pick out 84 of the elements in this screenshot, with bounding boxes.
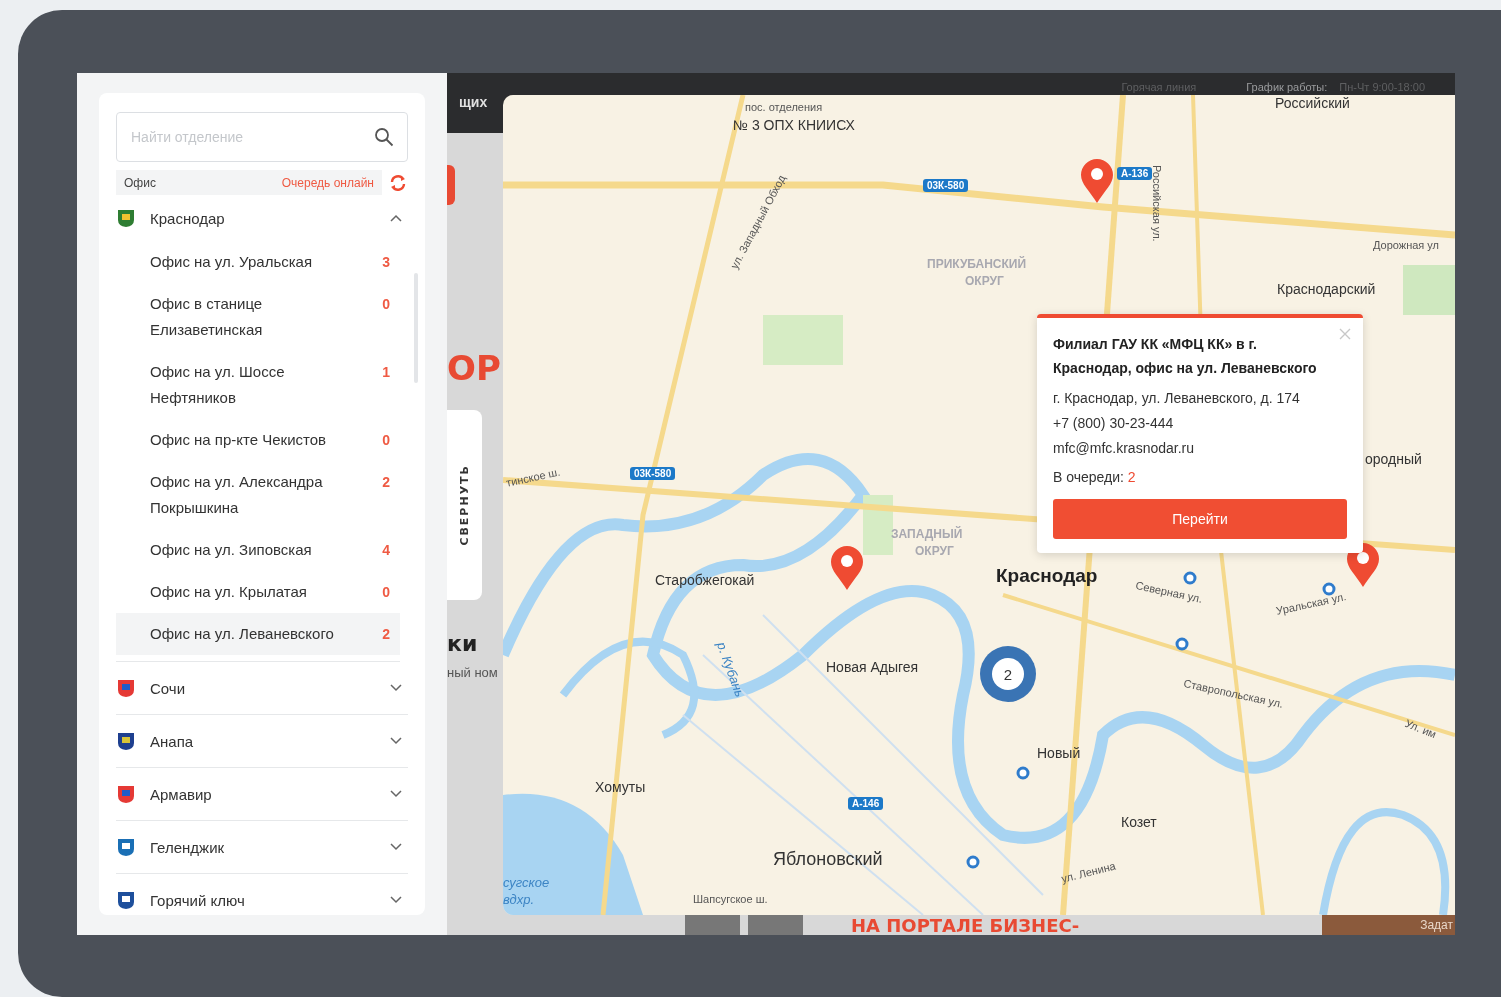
map-label: тинское ш. bbox=[505, 465, 562, 489]
map-label: Ул. им bbox=[1403, 717, 1439, 741]
popup-phone: +7 (800) 30-23-444 bbox=[1053, 414, 1175, 433]
coat-of-arms-icon bbox=[116, 837, 136, 857]
chevron-icon[interactable] bbox=[390, 843, 402, 851]
office-column-label: Офис bbox=[124, 175, 156, 190]
map-label: Козет bbox=[1121, 814, 1157, 830]
map-label: Российский bbox=[1275, 95, 1350, 111]
map-label: ул. Ленина bbox=[1060, 859, 1117, 885]
search-field[interactable]: Найти отделение bbox=[116, 112, 408, 162]
banner-title-fragment: НА ПОРТАЛЕ БИЗНЕС- bbox=[851, 915, 1080, 935]
map-label: Дорожная ул bbox=[1373, 239, 1440, 251]
map-label: вдхр. bbox=[503, 892, 535, 907]
map-label: Краснодарский bbox=[1277, 281, 1376, 297]
city-group[interactable]: Горячий ключ bbox=[116, 874, 408, 915]
office-item[interactable]: Офис на пр-кте Чекистов 0 bbox=[116, 419, 400, 461]
map-label: Новая Адыгея bbox=[826, 659, 919, 675]
office-item[interactable]: Офис на ул. Леваневского 2 bbox=[116, 613, 400, 655]
logo-fragment bbox=[447, 165, 455, 205]
map-pin-icon[interactable] bbox=[830, 545, 864, 591]
chevron-icon[interactable] bbox=[390, 790, 402, 798]
queue-column-label: Очередь онлайн bbox=[281, 175, 374, 190]
map-label: Северная ул. bbox=[1134, 579, 1204, 605]
map-label: Яблоновский bbox=[773, 849, 883, 870]
map-label: Краснодар bbox=[996, 565, 1098, 587]
map-label: ОКРУГ bbox=[915, 544, 954, 558]
map-label: пос. отделения bbox=[745, 101, 823, 113]
search-icon[interactable] bbox=[374, 127, 394, 147]
section-title-fragment: ки bbox=[447, 631, 478, 656]
road-number-badge: 03К-580 bbox=[923, 179, 969, 192]
office-item[interactable]: Офис на ул. Александра Покрышкина 2 bbox=[116, 461, 400, 529]
city-group[interactable]: Геленджик bbox=[116, 821, 408, 874]
nav-text-fragment: щих bbox=[459, 94, 488, 110]
photo-placeholder bbox=[748, 915, 803, 935]
road-number-badge: А-136 bbox=[1117, 167, 1153, 180]
collapse-tab[interactable]: СВЕРНУТЬ bbox=[447, 410, 482, 600]
refresh-icon[interactable] bbox=[388, 172, 408, 193]
map-label: сугское bbox=[503, 875, 550, 890]
ask-button-fragment[interactable]: Задат bbox=[1322, 915, 1455, 935]
popup-queue: В очереди: 2 bbox=[1053, 469, 1137, 485]
coat-of-arms-icon bbox=[116, 890, 136, 910]
map-label: Уральская ул. bbox=[1275, 590, 1348, 617]
cluster-marker[interactable]: 2 bbox=[980, 646, 1036, 702]
schedule-label: График работы: bbox=[1246, 81, 1328, 93]
road-number-badge: А-146 bbox=[848, 797, 884, 810]
map-label: Старобжегокай bbox=[655, 572, 755, 588]
popup-title: Филиал ГАУ КК «МФЦ КК» в г. Краснодар, офис на ул. Леваневского bbox=[1053, 335, 1318, 378]
chevron-icon[interactable] bbox=[390, 896, 402, 904]
city-group[interactable]: Армавир bbox=[116, 768, 408, 821]
map-label: Новый bbox=[1037, 745, 1081, 761]
chevron-icon[interactable] bbox=[390, 684, 402, 692]
map-pin-icon[interactable] bbox=[1080, 158, 1114, 204]
office-item[interactable]: Офис на ул. Крылатая 0 bbox=[116, 571, 400, 613]
office-item[interactable]: Офис на ул. Зиповская 4 bbox=[116, 529, 400, 571]
road-number-badge: 03К-580 bbox=[630, 467, 676, 480]
coat-of-arms-icon bbox=[116, 678, 136, 698]
map-label: № 3 ОПХ КНИИСХ bbox=[733, 117, 855, 133]
coat-of-arms-icon bbox=[116, 731, 136, 751]
subtitle-fragment: ный ном bbox=[447, 665, 498, 680]
chevron-icon[interactable] bbox=[390, 214, 402, 222]
go-button[interactable]: Перейти bbox=[1053, 499, 1347, 539]
map-label: ЗАПАДНЫЙ bbox=[891, 527, 963, 541]
city-group[interactable]: Анапа bbox=[116, 715, 408, 768]
map-label: Российская ул. bbox=[1151, 165, 1163, 242]
map-label: Хомуты bbox=[595, 779, 646, 795]
heading-fragment: ОР bbox=[447, 348, 501, 388]
popup-address: г. Краснодар, ул. Леваневского, д. 174 bbox=[1053, 389, 1301, 408]
coat-of-arms-icon bbox=[116, 784, 136, 804]
map-label: ПРИКУБАНСКИЙ bbox=[927, 257, 1027, 271]
office-item[interactable]: Офис на ул. Уральская 3 bbox=[116, 241, 400, 283]
city-group[interactable]: Краснодар bbox=[116, 195, 408, 241]
map-label: р. Кубань bbox=[713, 640, 748, 699]
city-group[interactable]: Сочи bbox=[116, 662, 408, 715]
photo-placeholder bbox=[685, 915, 740, 935]
park-area bbox=[1403, 265, 1455, 315]
chevron-icon[interactable] bbox=[390, 737, 402, 745]
popup-email: mfc@mfc.krasnodar.ru bbox=[1053, 439, 1196, 458]
map-label: ородный bbox=[1365, 451, 1422, 467]
map-label: Шапсугское ш. bbox=[693, 893, 768, 905]
park-area bbox=[863, 495, 893, 555]
office-item[interactable]: Офис на ул. Шоссе Нефтяников 1 bbox=[116, 351, 400, 419]
office-item[interactable]: Офис в станице Елизаветинская 0 bbox=[116, 283, 400, 351]
coat-of-arms-icon bbox=[116, 208, 136, 228]
map-label: ОКРУГ bbox=[965, 274, 1004, 288]
